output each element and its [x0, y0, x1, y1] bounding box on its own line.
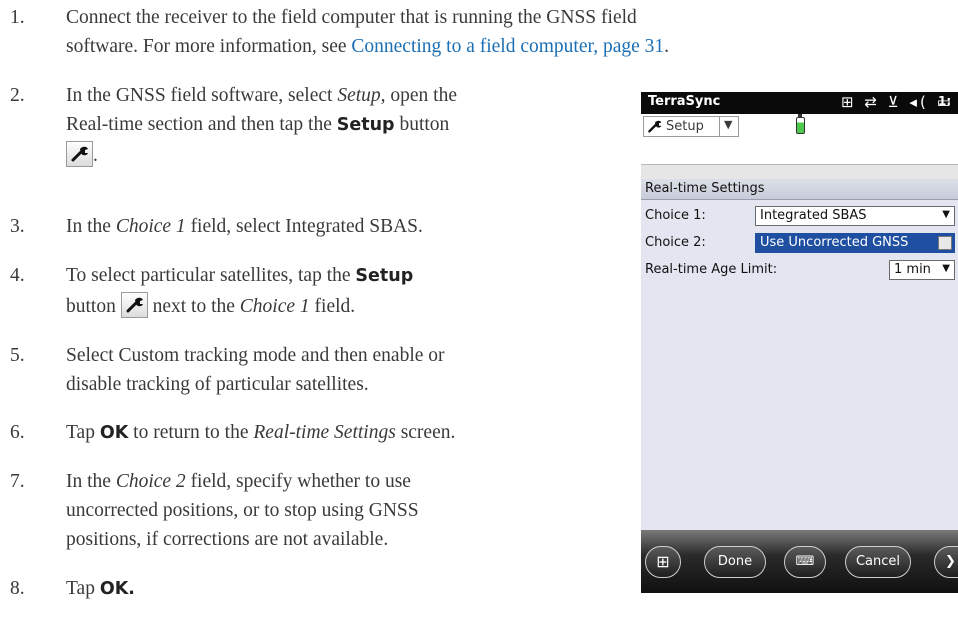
device-title-bar: TerraSync ⊞ ⇄ ⊻ ◂( ▭ 1:	[641, 92, 958, 114]
step-number: 3.	[10, 216, 25, 237]
keyboard-button[interactable]: ⌨	[784, 546, 826, 578]
choice1-label: Choice 1:	[645, 208, 706, 223]
age-limit-select[interactable]: 1 min ▼	[889, 260, 955, 280]
device-toolbar: Setup ▼	[641, 114, 958, 141]
step-number: 7.	[10, 471, 25, 492]
setup-menu-label: Setup	[666, 119, 704, 134]
clock: 1:	[938, 94, 952, 108]
age-limit-label: Real-time Age Limit:	[645, 262, 778, 277]
choice1-select[interactable]: Integrated SBAS ▼	[755, 206, 955, 226]
cross-reference-link[interactable]: Connecting to a field computer, page 31	[351, 36, 664, 57]
section-header: Real-time Settings	[641, 179, 958, 200]
chevron-down-icon: ▼	[942, 209, 950, 220]
setup-wrench-icon	[66, 141, 93, 167]
choice2-label: Choice 2:	[645, 235, 706, 250]
device-screenshot: TerraSync ⊞ ⇄ ⊻ ◂( ▭ 1: Setup ▼ Real-tim…	[641, 92, 958, 593]
choice2-select[interactable]: Use Uncorrected GNSS	[755, 233, 955, 253]
battery-icon	[796, 114, 805, 134]
keyboard-icon: ⌨	[795, 554, 815, 569]
windows-start-button[interactable]: ⊞	[645, 546, 681, 578]
status-line	[641, 140, 958, 165]
step-number: 5.	[10, 345, 25, 366]
chevron-down-icon: ▼	[942, 263, 950, 274]
step-number: 1.	[10, 7, 25, 28]
next-button[interactable]: ❯	[934, 546, 958, 578]
chevron-down-icon	[938, 236, 952, 250]
setup-menu-button[interactable]: Setup ▼	[643, 116, 739, 137]
chevron-down-icon[interactable]: ▼	[724, 118, 732, 131]
done-button[interactable]: Done	[704, 546, 766, 578]
setup-wrench-icon	[120, 292, 148, 318]
wrench-icon	[648, 120, 662, 133]
step-number: 2.	[10, 85, 25, 106]
app-title: TerraSync	[648, 94, 721, 109]
chevron-right-icon: ❯	[945, 554, 956, 569]
windows-logo-icon: ⊞	[656, 552, 670, 571]
soft-key-bar: ⊞ Done ⌨ Cancel ❯	[641, 530, 958, 593]
status-icons: ⊞ ⇄ ⊻ ◂( ▭	[841, 93, 954, 111]
step-number: 8.	[10, 578, 25, 599]
step-number: 4.	[10, 265, 25, 286]
step-number: 6.	[10, 422, 25, 443]
settings-form: Choice 1: Integrated SBAS ▼ Choice 2: Us…	[641, 200, 958, 530]
step-text: Connect the receiver to the field comput…	[66, 7, 637, 28]
cancel-button[interactable]: Cancel	[845, 546, 911, 578]
